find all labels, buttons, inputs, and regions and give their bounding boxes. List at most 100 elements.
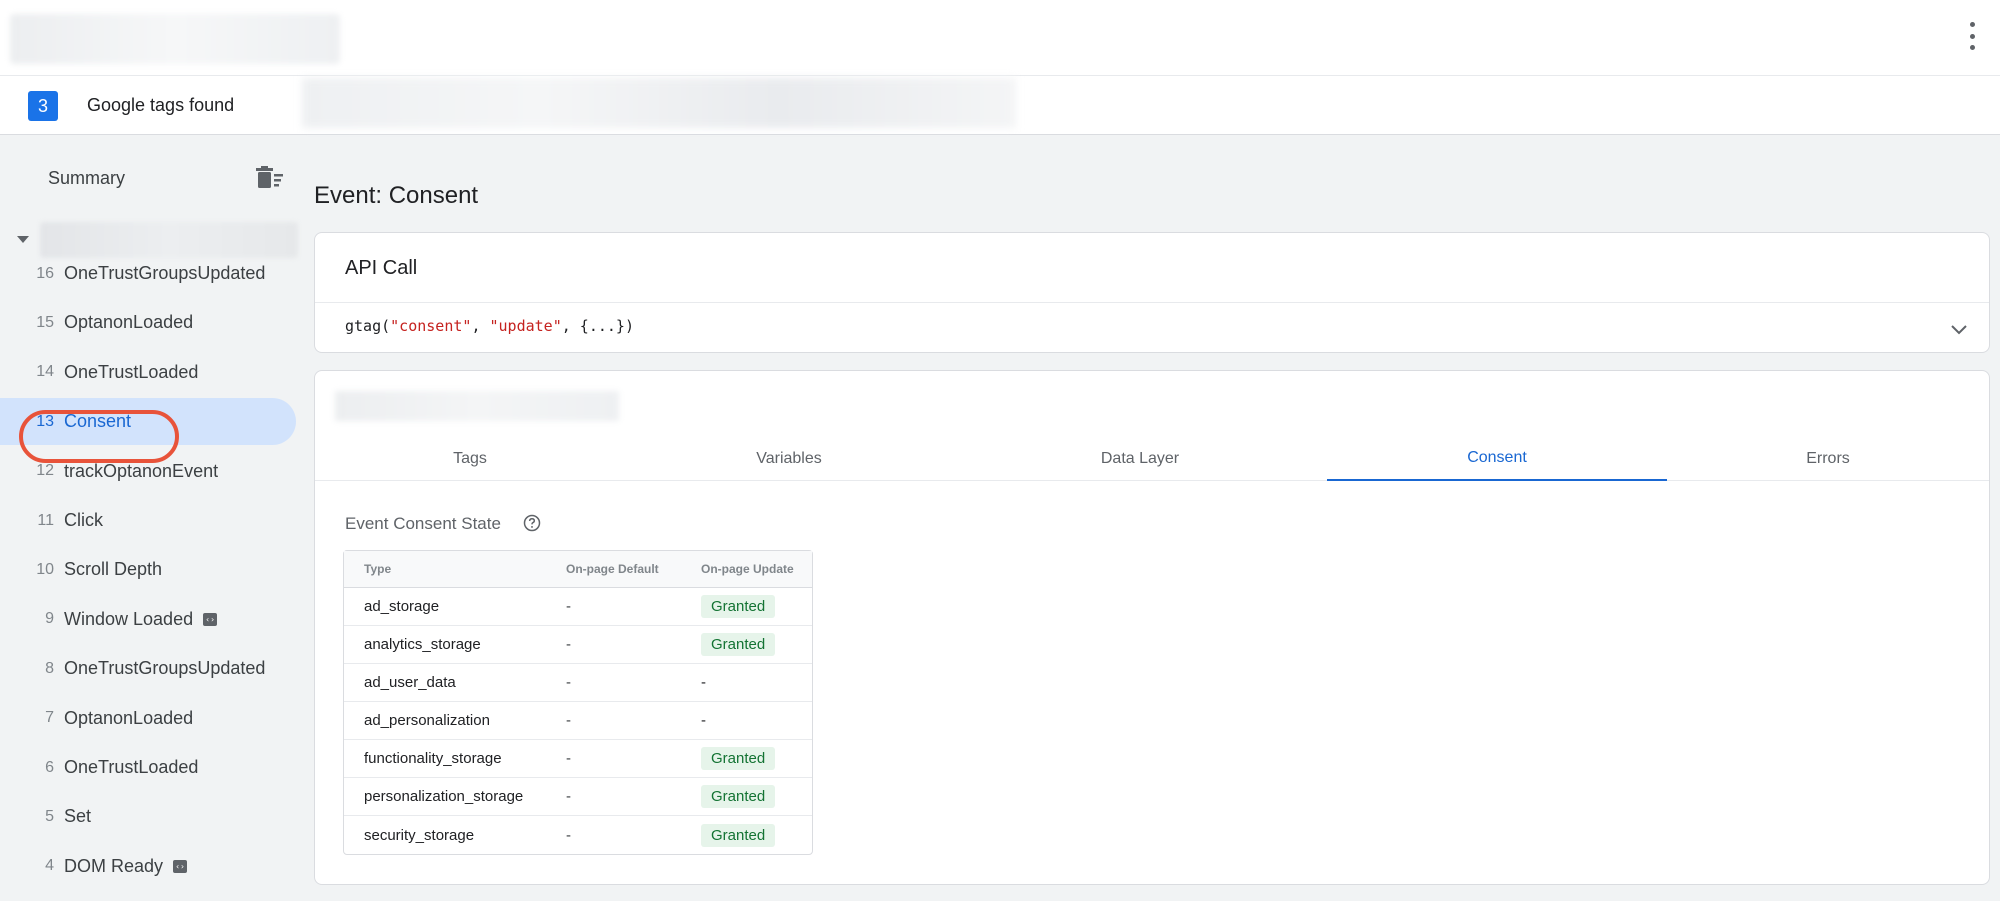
event-item-6[interactable]: 6 OneTrustLoaded (0, 744, 296, 791)
consent-default: - (546, 664, 681, 702)
tab-tags[interactable]: Tags (315, 436, 625, 481)
blurred-logo (10, 14, 340, 64)
event-label: Click (64, 510, 103, 530)
event-label: OneTrustGroupsUpdated (64, 658, 266, 679)
event-number: 12 (36, 462, 54, 480)
more-options-icon[interactable] (1966, 22, 1978, 50)
consent-update-cell: Granted (681, 816, 812, 854)
granted-badge: Granted (701, 823, 776, 847)
consent-type: ad_personalization (344, 702, 546, 740)
code-arg-consent: "consent" (390, 317, 472, 335)
consent-type: ad_user_data (344, 664, 546, 702)
event-label: Set (64, 806, 92, 827)
event-number: 15 (36, 313, 54, 331)
event-number: 8 (45, 659, 54, 677)
event-item-9[interactable]: 9 Window Loaded ‹› (0, 596, 296, 643)
consent-default: - (546, 740, 681, 778)
event-label: trackOptanonEvent (64, 460, 219, 481)
event-item-7[interactable]: 7 OptanonLoaded (0, 695, 296, 742)
event-number: 7 (45, 709, 54, 727)
consent-default: - (546, 588, 681, 626)
event-label: OptanonLoaded (64, 312, 194, 333)
consent-type: personalization_storage (344, 778, 546, 816)
event-label: Consent (64, 411, 132, 432)
code-badge-icon: ‹› (173, 859, 188, 873)
consent-update: - (701, 674, 706, 691)
event-number: 9 (45, 610, 54, 628)
tab-data-layer[interactable]: Data Layer (953, 436, 1327, 481)
api-call-card: API Call gtag("consent", "update", {...}… (314, 232, 1990, 353)
page-title: Event: Consent (314, 182, 479, 209)
tags-bar: 3 Google tags found (0, 76, 2000, 135)
table-row: ad_storage - Granted (344, 588, 812, 626)
api-call-title: API Call (345, 257, 418, 279)
header-default: On-page Default (546, 551, 681, 588)
event-number: 6 (45, 758, 54, 776)
event-label: Window Loaded (64, 608, 194, 629)
event-label: Scroll Depth (64, 559, 163, 580)
event-item-8[interactable]: 8 OneTrustGroupsUpdated (0, 645, 296, 692)
table-row: analytics_storage - Granted (344, 626, 812, 664)
consent-update-cell: Granted (681, 740, 812, 778)
consent-state-table: Type On-page Default On-page Update ad_s… (343, 550, 813, 855)
consent-default: - (566, 826, 571, 844)
consent-state-title: Event Consent State (345, 514, 501, 533)
event-number: 14 (36, 363, 54, 381)
granted-badge: Granted (701, 747, 776, 770)
header-type: Type (344, 551, 546, 588)
table-row: security_storage - Granted (344, 816, 812, 854)
tab-variables[interactable]: Variables (625, 436, 953, 481)
event-item-14[interactable]: 14 OneTrustLoaded (0, 349, 296, 396)
event-label: DOM Ready (64, 855, 164, 876)
event-sidebar: Summary 16 OneTrustGroupsUpdated 15 Optanon… (0, 136, 300, 901)
code-arg-update: "update" (489, 317, 562, 335)
divider (315, 302, 1989, 303)
event-item-15[interactable]: 15 OptanonLoaded (0, 299, 296, 346)
code-badge-icon: ‹› (203, 612, 218, 626)
blurred-container-id (335, 391, 619, 421)
event-item-4[interactable]: 4 DOM Ready ‹› (0, 843, 296, 890)
event-item-12[interactable]: 12 trackOptanonEvent (0, 448, 296, 495)
consent-type: functionality_storage (344, 740, 546, 778)
tab-errors[interactable]: Errors (1667, 436, 1989, 481)
event-detail-card: Tags Variables Data Layer Consent Errors… (314, 370, 1990, 885)
tag-count-badge[interactable]: 3 (28, 91, 58, 121)
consent-default: - (546, 702, 681, 740)
clear-messages-icon[interactable] (256, 166, 284, 190)
consent-update: - (701, 712, 706, 729)
tab-consent[interactable]: Consent (1327, 436, 1667, 481)
event-label: OneTrustGroupsUpdated (64, 263, 266, 283)
event-number: 10 (36, 560, 54, 578)
event-item-16[interactable]: 16 OneTrustGroupsUpdated (0, 250, 296, 297)
summary-link[interactable]: Summary (48, 168, 125, 189)
table-row: functionality_storage - Granted (344, 740, 812, 778)
event-number: 4 (45, 857, 54, 875)
consent-update-cell: Granted (681, 588, 812, 626)
event-item-10[interactable]: 10 Scroll Depth (0, 546, 296, 593)
consent-default: - (546, 778, 681, 816)
event-item-13[interactable]: 13 Consent (0, 398, 296, 446)
event-item-5[interactable]: 5 Set (0, 793, 296, 840)
blurred-tag-ids (302, 78, 1016, 128)
table-header-row: Type On-page Default On-page Update (344, 551, 812, 588)
detail-tabs: Tags Variables Data Layer Consent Errors (315, 436, 1989, 481)
api-call-code[interactable]: gtag("consent", "update", {...}) (345, 317, 634, 335)
chevron-down-icon[interactable] (1949, 319, 1969, 339)
event-label: OneTrustLoaded (64, 361, 199, 382)
code-prefix: gtag( (345, 317, 391, 335)
consent-update-cell: Granted (681, 778, 812, 816)
table-row: personalization_storage - Granted (344, 778, 812, 816)
granted-badge: Granted (701, 633, 776, 656)
event-item-11[interactable]: 11 Click (0, 497, 296, 544)
collapse-caret-icon[interactable] (17, 236, 29, 243)
consent-type: analytics_storage (344, 626, 546, 664)
consent-type: security_storage (364, 826, 475, 844)
consent-type: ad_storage (344, 588, 546, 626)
code-suffix: , {...}) (561, 317, 634, 335)
tags-found-label[interactable]: Google tags found (87, 95, 234, 116)
help-icon[interactable] (523, 514, 541, 532)
consent-update-cell: Granted (681, 626, 812, 664)
event-label: OneTrustLoaded (64, 757, 199, 777)
consent-update-cell: - (681, 702, 812, 740)
table-row: ad_user_data - - (344, 664, 812, 702)
